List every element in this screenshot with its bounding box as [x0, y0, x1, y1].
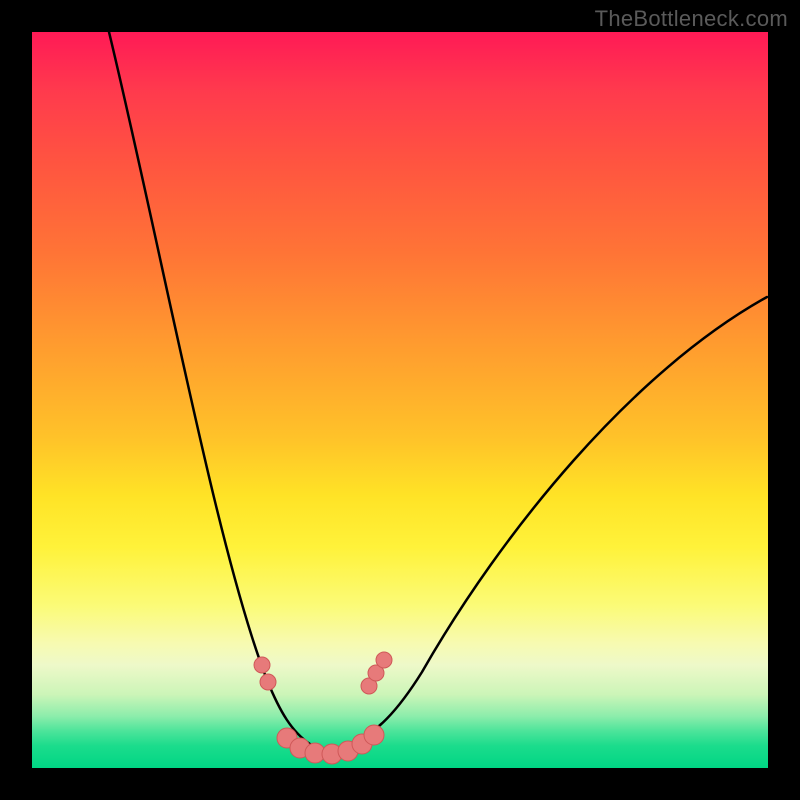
chart-frame: TheBottleneck.com: [0, 0, 800, 800]
curve-layer: [32, 32, 768, 768]
plot-area: [32, 32, 768, 768]
series-left-arm: [109, 32, 310, 744]
curve-paths: [109, 32, 767, 754]
marker-dot: [364, 725, 384, 745]
marker-dot: [260, 674, 276, 690]
watermark-text: TheBottleneck.com: [595, 6, 788, 32]
data-markers: [254, 652, 392, 764]
marker-dot: [254, 657, 270, 673]
marker-dot: [376, 652, 392, 668]
series-right-arm: [352, 297, 767, 744]
